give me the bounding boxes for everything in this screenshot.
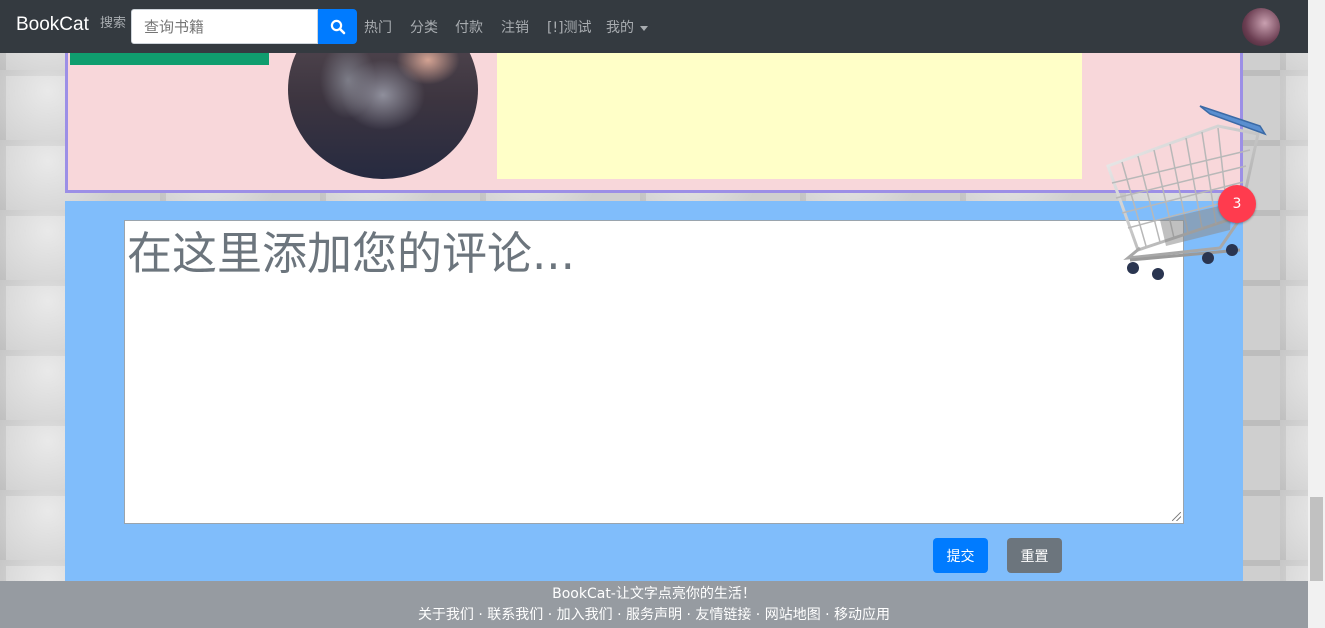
user-avatar[interactable] <box>1242 8 1280 46</box>
resize-grip-icon[interactable] <box>1172 512 1181 521</box>
nav-item-mine[interactable]: 我的 <box>606 17 648 37</box>
cart-count-badge: 3 <box>1218 185 1256 223</box>
scrollbar-thumb[interactable] <box>1310 497 1323 581</box>
search-label: 搜索 <box>100 16 127 31</box>
info-box <box>497 53 1082 179</box>
nav-item-category[interactable]: 分类 <box>410 17 438 37</box>
nav-item-logout[interactable]: 注销 <box>501 17 529 37</box>
green-accent-bar <box>70 53 269 65</box>
comment-textarea[interactable]: 在这里添加您的评论... <box>124 220 1184 524</box>
top-navbar: BookCat 搜索 热门 分类 付款 注销 [!]测试 我的 <box>0 0 1308 53</box>
nav-item-mine-label: 我的 <box>606 20 634 36</box>
reset-button[interactable]: 重置 <box>1007 538 1062 573</box>
search-icon <box>330 19 345 34</box>
comment-placeholder: 在这里添加您的评论... <box>127 227 575 280</box>
submit-button[interactable]: 提交 <box>933 538 988 573</box>
search-input[interactable] <box>131 9 318 44</box>
footer-tagline: BookCat-让文字点亮你的生活！ <box>552 586 756 602</box>
chevron-down-icon <box>640 25 648 31</box>
footer-links[interactable]: 关于我们 · 联系我们 · 加入我们 · 服务声明 · 友情链接 · 网站地图 … <box>0 604 1308 626</box>
search-button[interactable] <box>318 9 357 44</box>
nav-item-test[interactable]: [!]测试 <box>547 17 592 37</box>
nav-item-payment[interactable]: 付款 <box>455 17 483 37</box>
brand-logo[interactable]: BookCat <box>16 14 89 36</box>
nav-item-hot[interactable]: 热门 <box>364 17 392 37</box>
footer: BookCat-让文字点亮你的生活！ 关于我们 · 联系我们 · 加入我们 · … <box>0 581 1308 628</box>
